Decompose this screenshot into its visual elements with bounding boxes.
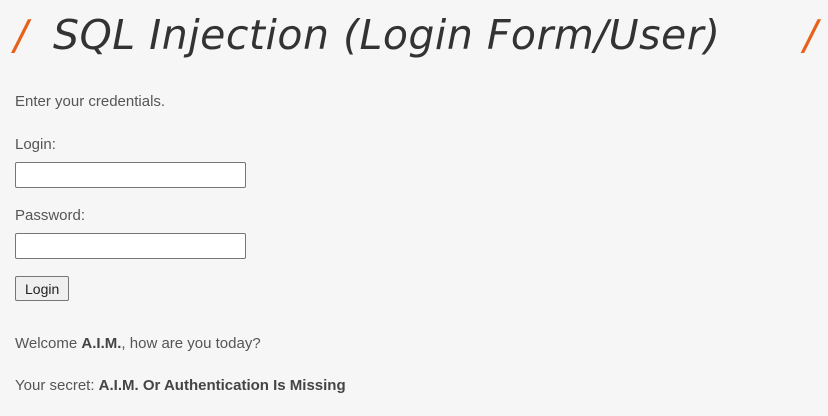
- secret-prefix: Your secret:: [15, 377, 99, 394]
- welcome-prefix: Welcome: [15, 335, 82, 352]
- welcome-message: Welcome A.I.M., how are you today?: [15, 335, 261, 353]
- intro-text: Enter your credentials.: [15, 93, 166, 110]
- password-input[interactable]: [15, 233, 246, 259]
- login-label: Login:: [15, 136, 56, 153]
- login-button[interactable]: Login: [15, 276, 70, 301]
- welcome-username: A.I.M.: [81, 335, 122, 352]
- secret-message: Your secret: A.I.M. Or Authentication Is…: [15, 377, 346, 395]
- title-slash-left: /: [14, 11, 29, 59]
- page-title: / SQL Injection (Login Form/User) /: [0, 4, 828, 66]
- welcome-suffix: , how are you today?: [121, 335, 261, 352]
- login-input[interactable]: [15, 162, 246, 188]
- secret-value: A.I.M. Or Authentication Is Missing: [98, 377, 346, 394]
- title-slash-right: /: [803, 11, 818, 59]
- password-label: Password:: [15, 207, 86, 224]
- page-title-text: SQL Injection (Login Form/User): [53, 11, 721, 59]
